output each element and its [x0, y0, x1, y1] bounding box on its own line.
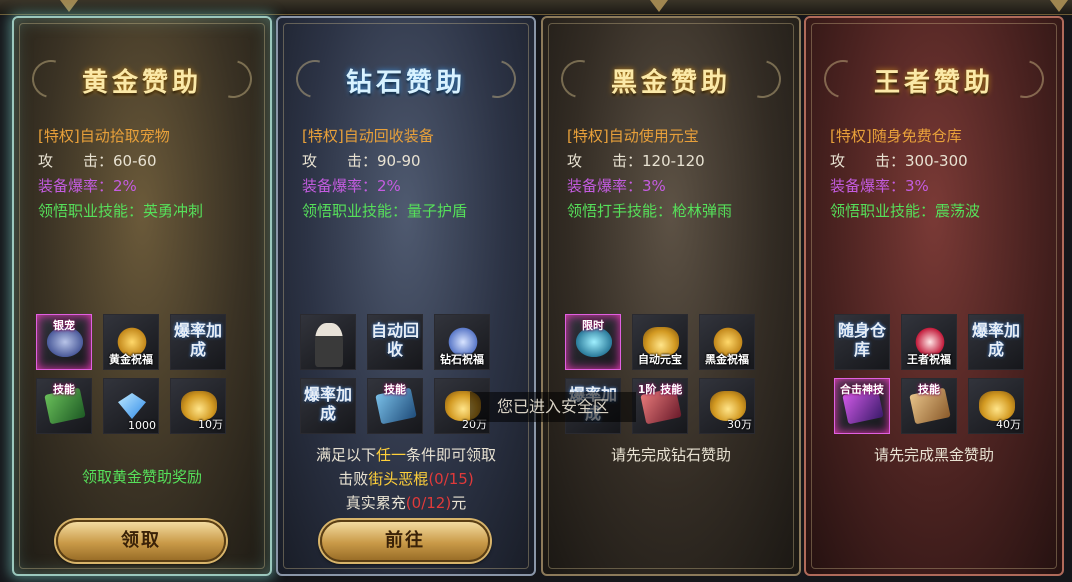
reward-count: 1000	[128, 419, 156, 432]
attack-text: 攻 击：90-90	[302, 152, 421, 170]
drop-rate-icon: 爆率加成	[303, 385, 352, 423]
frame-ornament-icon	[650, 0, 668, 12]
drop-rate-text: 装备爆率：3%	[830, 177, 929, 195]
attack-text: 攻 击：60-60	[38, 152, 157, 170]
drop-rate-text: 装备爆率：2%	[38, 177, 137, 195]
condition-intro-text: 条件即可领取	[406, 446, 497, 464]
reward-slot[interactable]: 爆率加成	[170, 314, 226, 370]
reward-label: 王者祝福	[907, 353, 951, 366]
reward-slot[interactable]: 爆率加成	[968, 314, 1024, 370]
status-label: 领取黄金赞助奖励	[81, 468, 202, 486]
reward-slot[interactable]: 王者祝福	[901, 314, 957, 370]
reward-label: 限时	[582, 319, 604, 332]
reward-label: 1阶 技能	[637, 383, 683, 396]
skill-text: 领悟职业技能：震荡波	[830, 202, 981, 220]
card-title: 黑金赞助	[610, 68, 731, 98]
card-stats: [特权]自动拾取宠物 攻 击：60-60 装备爆率：2% 领悟职业技能：英勇冲刺	[38, 124, 203, 224]
reward-label: 合击神技	[840, 383, 884, 396]
reward-slot[interactable]: 10万	[170, 378, 226, 434]
reward-slot[interactable]: 合击神技	[834, 378, 890, 434]
reward-slot[interactable]: 技能	[901, 378, 957, 434]
condition-defeat: 击败街头恶棍(0/15)	[278, 468, 534, 489]
reward-slot[interactable]: 银宠	[36, 314, 92, 370]
card-stats: [特权]随身免费仓库 攻 击：300-300 装备爆率：3% 领悟职业技能：震荡…	[830, 124, 980, 224]
drop-rate-icon: 爆率加成	[971, 321, 1020, 359]
reward-slot[interactable]: 自动回收	[367, 314, 423, 370]
condition-label: 击败	[338, 470, 369, 488]
reward-slot[interactable]: 钻石祝福	[434, 314, 490, 370]
reward-slot[interactable]: 随身仓库	[834, 314, 890, 370]
reward-slot[interactable]: 自动元宝	[632, 314, 688, 370]
reward-label: 自动元宝	[638, 353, 682, 366]
diamond-icon	[118, 393, 146, 419]
reward-label: 技能	[53, 383, 75, 396]
condition-recharge: 真实累充(0/12)元	[278, 492, 534, 513]
condition-target-link[interactable]: 街头恶棍	[368, 470, 428, 488]
card-stats: [特权]自动使用元宝 攻 击：120-120 装备爆率：3% 领悟打手技能：枪林…	[567, 124, 732, 224]
reward-label: 黄金祝福	[109, 353, 153, 366]
reward-count: 40万	[996, 418, 1021, 431]
reward-slot[interactable]: 技能	[367, 378, 423, 434]
condition-label: 真实累充	[345, 494, 406, 512]
auto-recycle-icon: 自动回收	[370, 321, 419, 359]
sponsor-card-diamond: 钻石赞助 [特权]自动回收装备 攻 击：90-90 装备爆率：2% 领悟职业技能…	[276, 16, 536, 576]
portable-storage-icon: 随身仓库	[837, 321, 886, 359]
safe-zone-toast: 您已进入安全区	[470, 392, 636, 422]
status-text: 请先完成钻石赞助	[543, 444, 799, 465]
reward-label: 技能	[384, 383, 406, 396]
condition-intro: 满足以下任一条件即可领取	[278, 444, 534, 465]
frame-ornament-icon	[60, 0, 78, 12]
status-label: 请先完成钻石赞助	[610, 446, 731, 464]
card-title: 钻石赞助	[345, 68, 466, 98]
privilege-text: [特权]自动使用元宝	[567, 127, 699, 145]
reward-label: 黑金祝福	[705, 353, 749, 366]
reward-slot[interactable]: 30万	[699, 378, 755, 434]
go-button[interactable]: 前往	[320, 520, 490, 562]
reward-label: 钻石祝福	[440, 353, 484, 366]
condition-progress: (0/15)	[428, 470, 474, 488]
skill-text: 领悟职业技能：英勇冲刺	[38, 202, 204, 220]
privilege-text: [特权]随身免费仓库	[830, 127, 962, 145]
top-frame	[0, 0, 1072, 15]
sponsor-card-black-gold: 黑金赞助 [特权]自动使用元宝 攻 击：120-120 装备爆率：3% 领悟打手…	[541, 16, 801, 576]
condition-unit: 元	[451, 494, 467, 512]
reward-slot[interactable]: 黄金祝福	[103, 314, 159, 370]
attack-text: 攻 击：300-300	[830, 152, 968, 170]
reward-slot[interactable]: 1000	[103, 378, 159, 434]
reward-slot[interactable]: 限时	[565, 314, 621, 370]
reward-label: 技能	[918, 383, 940, 396]
status-text: 领取黄金赞助奖励	[14, 466, 270, 487]
card-stats: [特权]自动回收装备 攻 击：90-90 装备爆率：2% 领悟职业技能：量子护盾	[302, 124, 467, 224]
sponsor-card-gold: 黄金赞助 [特权]自动拾取宠物 攻 击：60-60 装备爆率：2% 领悟职业技能…	[12, 16, 272, 576]
reward-slot[interactable]: 技能	[36, 378, 92, 434]
condition-intro-text: 满足以下	[315, 446, 376, 464]
reward-label: 银宠	[53, 319, 75, 332]
card-title: 黄金赞助	[81, 68, 202, 98]
frame-ornament-icon	[1050, 0, 1068, 12]
reward-slot[interactable]: 40万	[968, 378, 1024, 434]
officer-avatar-icon	[315, 323, 343, 367]
drop-rate-text: 装备爆率：2%	[302, 177, 401, 195]
skill-text: 领悟打手技能：枪林弹雨	[567, 202, 733, 220]
skill-text: 领悟职业技能：量子护盾	[302, 202, 468, 220]
condition-progress: (0/12)	[405, 494, 452, 512]
reward-slot[interactable]: 1阶 技能	[632, 378, 688, 434]
status-label: 请先完成黑金赞助	[873, 446, 994, 464]
reward-count: 10万	[198, 418, 223, 431]
sponsor-card-king: 王者赞助 [特权]随身免费仓库 攻 击：300-300 装备爆率：3% 领悟职业…	[804, 16, 1064, 576]
reward-count: 30万	[727, 418, 752, 431]
privilege-text: [特权]自动拾取宠物	[38, 127, 170, 145]
attack-text: 攻 击：120-120	[567, 152, 705, 170]
card-title: 王者赞助	[873, 68, 994, 98]
reward-slot[interactable]	[300, 314, 356, 370]
drop-rate-icon: 爆率加成	[173, 321, 222, 359]
claim-button[interactable]: 领取	[56, 520, 226, 562]
privilege-text: [特权]自动回收装备	[302, 127, 434, 145]
reward-slot[interactable]: 爆率加成	[300, 378, 356, 434]
reward-slot[interactable]: 黑金祝福	[699, 314, 755, 370]
status-text: 请先完成黑金赞助	[806, 444, 1062, 465]
condition-intro-highlight: 任一	[375, 446, 406, 464]
drop-rate-text: 装备爆率：3%	[567, 177, 666, 195]
